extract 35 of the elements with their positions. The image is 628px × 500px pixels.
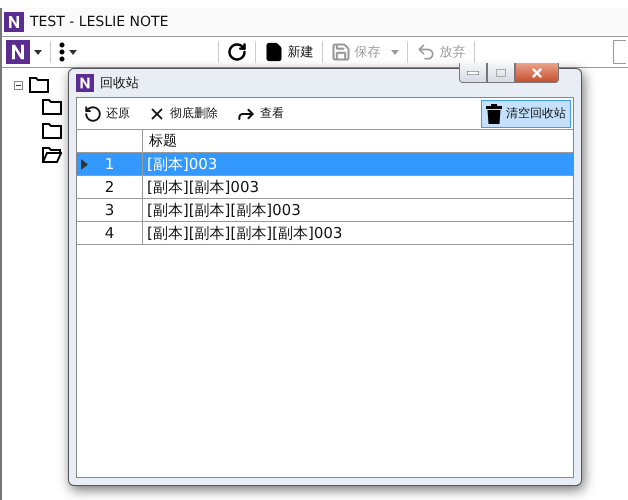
view-button[interactable]: 查看 <box>231 100 289 128</box>
app-menu-button[interactable] <box>4 39 44 65</box>
delete-button[interactable]: 彻底删除 <box>143 100 223 128</box>
caret-icon <box>34 50 42 54</box>
minimize-icon <box>467 70 479 74</box>
restore-button[interactable]: 还原 <box>79 100 135 128</box>
input-field[interactable] <box>613 40 626 64</box>
caret-icon <box>69 50 77 54</box>
caret-icon <box>390 50 398 54</box>
table-cell: [副本]003 <box>143 153 573 175</box>
empty-button[interactable]: 清空回收站 <box>481 100 571 128</box>
row-pointer-icon <box>81 159 88 170</box>
window-title: TEST - LESLIE NOTE <box>30 14 168 30</box>
folder-icon <box>42 98 62 116</box>
document-icon <box>264 42 284 62</box>
column-header[interactable]: 标题 <box>143 130 573 152</box>
maximize-icon <box>496 68 506 76</box>
open-folder-icon <box>42 146 62 164</box>
collapse-icon[interactable] <box>14 80 23 90</box>
maximize-button[interactable] <box>487 63 515 83</box>
refresh-icon <box>226 42 246 62</box>
undo-icon <box>416 42 436 62</box>
app-logo-icon <box>76 74 94 92</box>
folder-icon <box>29 76 49 94</box>
trash-icon <box>486 104 502 124</box>
close-icon <box>530 66 544 80</box>
save-icon <box>330 42 350 62</box>
new-button[interactable]: 新建 <box>262 39 316 65</box>
app-logo-icon <box>6 40 30 64</box>
minimize-button[interactable] <box>459 63 487 83</box>
kebab-icon <box>59 42 65 62</box>
dialog-title: 回收站 <box>100 75 139 92</box>
close-button[interactable] <box>515 63 559 83</box>
restore-icon <box>84 104 102 122</box>
folder-icon <box>42 122 62 140</box>
